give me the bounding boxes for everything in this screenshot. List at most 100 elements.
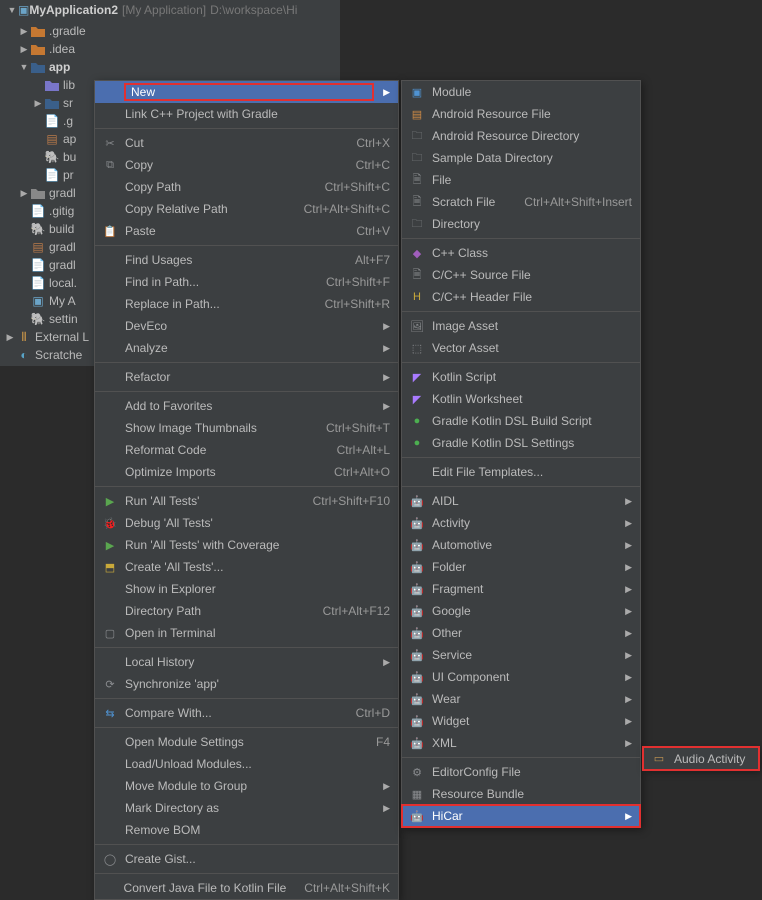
menu-new-aidl[interactable]: 🤖AIDL▶ — [402, 490, 640, 512]
collapse-icon: ▶ — [18, 188, 30, 199]
menu-copy-path[interactable]: Copy PathCtrl+Shift+C — [95, 176, 398, 198]
menu-label: Create Gist... — [125, 852, 390, 866]
menu-optimize-imports[interactable]: Optimize ImportsCtrl+Alt+O — [95, 461, 398, 483]
submenu-arrow-icon: ▶ — [383, 781, 390, 792]
tree-label: gradl — [49, 186, 76, 200]
menu-convert-kotlin[interactable]: Convert Java File to Kotlin FileCtrl+Alt… — [95, 877, 398, 899]
shortcut: Ctrl+Alt+Shift+C — [304, 202, 390, 216]
project-root[interactable]: ▼ ▣ MyApplication2 [My Application] D:\w… — [0, 0, 340, 20]
menu-label: Optimize Imports — [125, 465, 316, 479]
menu-new-google[interactable]: 🤖Google▶ — [402, 600, 640, 622]
menu-run-coverage[interactable]: ▶Run 'All Tests' with Coverage — [95, 534, 398, 556]
menu-new-activity[interactable]: 🤖Activity▶ — [402, 512, 640, 534]
copy-icon: ⧉ — [101, 159, 119, 172]
tree-label: settin — [49, 312, 78, 326]
menu-add-favorites[interactable]: Add to Favorites▶ — [95, 395, 398, 417]
menu-label: C++ Class — [432, 246, 632, 260]
submenu-arrow-icon: ▶ — [383, 657, 390, 668]
menu-open-module-settings[interactable]: Open Module SettingsF4 — [95, 731, 398, 753]
shortcut: Ctrl+Shift+R — [325, 297, 390, 311]
android-icon: 🤖 — [408, 737, 426, 750]
menu-new-service[interactable]: 🤖Service▶ — [402, 644, 640, 666]
menu-debug[interactable]: 🐞Debug 'All Tests' — [95, 512, 398, 534]
menu-label: Gradle Kotlin DSL Settings — [432, 436, 632, 450]
menu-create-gist[interactable]: ◯Create Gist... — [95, 848, 398, 870]
menu-new-directory[interactable]: 🗀Directory — [402, 213, 640, 235]
menu-copy[interactable]: ⧉CopyCtrl+C — [95, 154, 398, 176]
menu-new-resource-file[interactable]: ▤Android Resource File — [402, 103, 640, 125]
menu-new-ui-component[interactable]: 🤖UI Component▶ — [402, 666, 640, 688]
menu-mark-directory[interactable]: Mark Directory as▶ — [95, 797, 398, 819]
menu-label: Google — [432, 604, 615, 618]
menu-new-hicar[interactable]: 🤖HiCar▶ — [402, 805, 640, 827]
menu-reformat[interactable]: Reformat CodeCtrl+Alt+L — [95, 439, 398, 461]
menu-new-gradle-build[interactable]: ●Gradle Kotlin DSL Build Script — [402, 410, 640, 432]
menu-new-resource-bundle[interactable]: ▦Resource Bundle — [402, 783, 640, 805]
menu-synchronize[interactable]: ⟳Synchronize 'app' — [95, 673, 398, 695]
menu-new[interactable]: New▶ — [95, 81, 398, 103]
menu-analyze[interactable]: Analyze▶ — [95, 337, 398, 359]
menu-create-tests[interactable]: ⬒Create 'All Tests'... — [95, 556, 398, 578]
menu-new-automotive[interactable]: 🤖Automotive▶ — [402, 534, 640, 556]
menu-show-explorer[interactable]: Show in Explorer — [95, 578, 398, 600]
submenu-arrow-icon: ▶ — [625, 496, 632, 507]
expand-icon: ▼ — [6, 5, 18, 15]
menu-replace-in-path[interactable]: Replace in Path...Ctrl+Shift+R — [95, 293, 398, 315]
menu-new-kotlin-script[interactable]: ◤Kotlin Script — [402, 366, 640, 388]
menu-new-module[interactable]: ▣Module — [402, 81, 640, 103]
shortcut: Ctrl+Alt+F12 — [323, 604, 390, 618]
file-icon: ▣ — [30, 294, 46, 308]
menu-new-widget[interactable]: 🤖Widget▶ — [402, 710, 640, 732]
menu-new-image-asset[interactable]: 🖼Image Asset — [402, 315, 640, 337]
menu-compare[interactable]: ⇆Compare With...Ctrl+D — [95, 702, 398, 724]
menu-remove-bom[interactable]: Remove BOM — [95, 819, 398, 841]
menu-refactor[interactable]: Refactor▶ — [95, 366, 398, 388]
tree-item-gradle[interactable]: ▶.gradle — [0, 22, 340, 40]
menu-new-wear[interactable]: 🤖Wear▶ — [402, 688, 640, 710]
menu-new-cpp-source[interactable]: 🗎C/C++ Source File — [402, 264, 640, 286]
menu-run[interactable]: ▶Run 'All Tests'Ctrl+Shift+F10 — [95, 490, 398, 512]
menu-new-xml[interactable]: 🤖XML▶ — [402, 732, 640, 754]
tree-item-idea[interactable]: ▶.idea — [0, 40, 340, 58]
menu-new-editorconfig[interactable]: ⚙EditorConfig File — [402, 761, 640, 783]
menu-directory-path[interactable]: Directory PathCtrl+Alt+F12 — [95, 600, 398, 622]
menu-load-unload[interactable]: Load/Unload Modules... — [95, 753, 398, 775]
menu-new-scratch[interactable]: 🗎Scratch FileCtrl+Alt+Shift+Insert — [402, 191, 640, 213]
menu-new-fragment[interactable]: 🤖Fragment▶ — [402, 578, 640, 600]
menu-new-folder[interactable]: 🤖Folder▶ — [402, 556, 640, 578]
menu-link-cpp[interactable]: Link C++ Project with Gradle — [95, 103, 398, 125]
menu-audio-activity[interactable]: ▭Audio Activity — [644, 748, 758, 769]
menu-new-file[interactable]: 🗎File — [402, 169, 640, 191]
menu-label: Gradle Kotlin DSL Build Script — [432, 414, 632, 428]
menu-new-gradle-settings[interactable]: ●Gradle Kotlin DSL Settings — [402, 432, 640, 454]
menu-show-thumbnails[interactable]: Show Image ThumbnailsCtrl+Shift+T — [95, 417, 398, 439]
tree-item-app[interactable]: ▼app — [0, 58, 340, 76]
menu-move-module[interactable]: Move Module to Group▶ — [95, 775, 398, 797]
menu-label: XML — [432, 736, 615, 750]
android-icon: 🤖 — [408, 715, 426, 728]
menu-new-sample-data[interactable]: 🗀Sample Data Directory — [402, 147, 640, 169]
folder-icon — [30, 43, 46, 55]
menu-paste[interactable]: 📋PasteCtrl+V — [95, 220, 398, 242]
menu-copy-relative-path[interactable]: Copy Relative PathCtrl+Alt+Shift+C — [95, 198, 398, 220]
submenu-arrow-icon: ▶ — [625, 811, 632, 822]
menu-new-cpp-class[interactable]: ◆C++ Class — [402, 242, 640, 264]
shortcut: Ctrl+X — [356, 136, 390, 150]
module-icon — [30, 61, 46, 73]
menu-new-resource-dir[interactable]: 🗀Android Resource Directory — [402, 125, 640, 147]
menu-find-in-path[interactable]: Find in Path...Ctrl+Shift+F — [95, 271, 398, 293]
menu-cut[interactable]: ✂CutCtrl+X — [95, 132, 398, 154]
menu-new-kotlin-worksheet[interactable]: ◤Kotlin Worksheet — [402, 388, 640, 410]
menu-new-vector-asset[interactable]: ⬚Vector Asset — [402, 337, 640, 359]
menu-local-history[interactable]: Local History▶ — [95, 651, 398, 673]
menu-edit-templates[interactable]: Edit File Templates... — [402, 461, 640, 483]
run-icon: ▶ — [101, 495, 119, 508]
menu-open-terminal[interactable]: ▢Open in Terminal — [95, 622, 398, 644]
menu-new-cpp-header[interactable]: HC/C++ Header File — [402, 286, 640, 308]
menu-find-usages[interactable]: Find UsagesAlt+F7 — [95, 249, 398, 271]
menu-deveco[interactable]: DevEco▶ — [95, 315, 398, 337]
file-icon: 📄 — [44, 114, 60, 128]
menu-label: Link C++ Project with Gradle — [125, 107, 390, 121]
menu-label: Run 'All Tests' — [125, 494, 295, 508]
menu-new-other[interactable]: 🤖Other▶ — [402, 622, 640, 644]
